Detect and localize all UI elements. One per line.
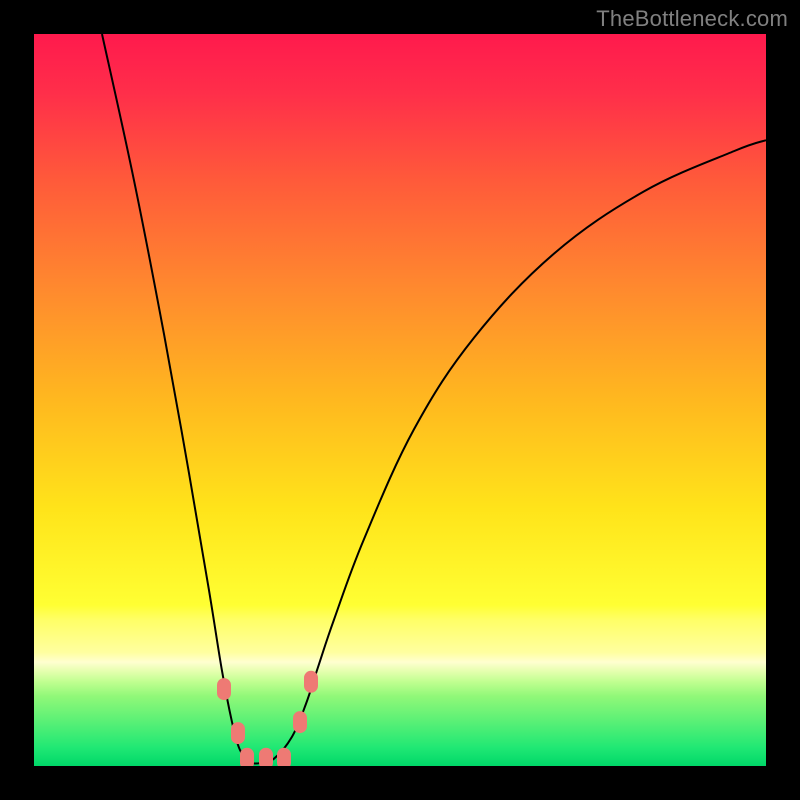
valley-marker [217,678,231,700]
bottleneck-curve [102,34,766,764]
curve-layer [34,34,766,766]
valley-marker [277,748,291,766]
plot-area [34,34,766,766]
valley-marker [231,722,245,744]
valley-marker [304,671,318,693]
watermark-text: TheBottleneck.com [596,6,788,32]
valley-marker [259,748,273,766]
valley-marker [293,711,307,733]
chart-frame: TheBottleneck.com [0,0,800,800]
valley-marker [240,748,254,766]
